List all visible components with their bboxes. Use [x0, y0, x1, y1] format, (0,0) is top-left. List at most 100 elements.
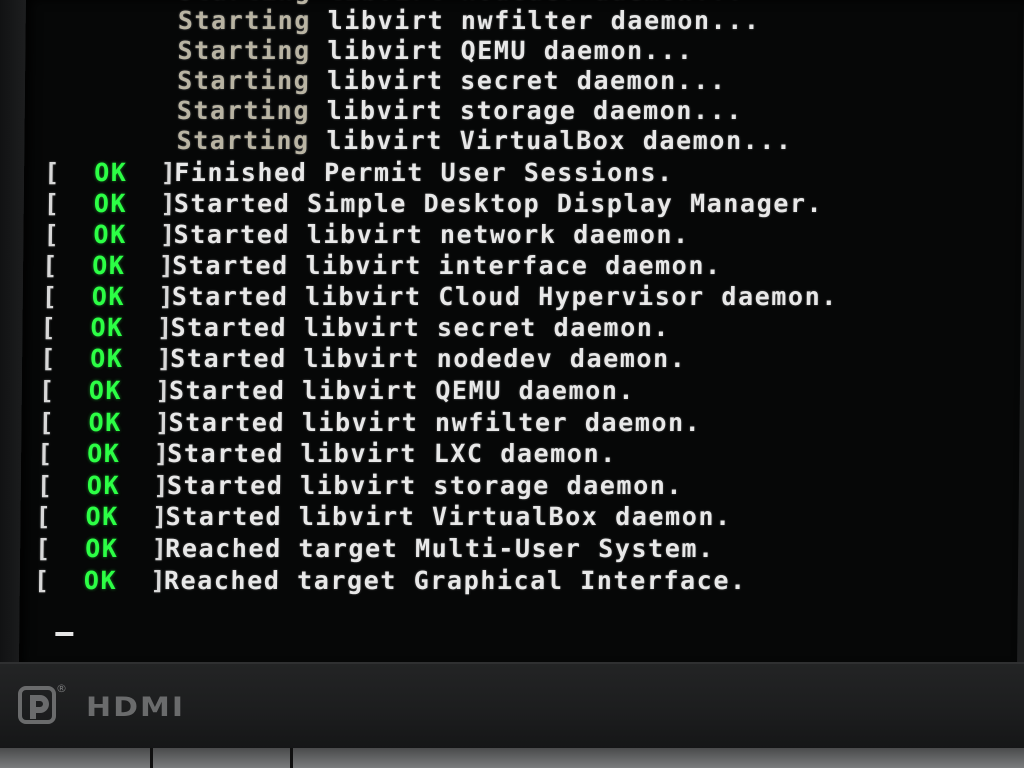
log-message: Permit User Sessions.	[323, 158, 674, 187]
monitor-screen: Starting libvirt nodedev daemon...Starti…	[19, 0, 1024, 668]
log-verb: Starting	[177, 66, 311, 95]
log-verb: Started	[171, 282, 289, 311]
status-bracket-close: ]	[143, 158, 178, 187]
log-verb: Started	[168, 376, 286, 405]
log-message: libvirt nwfilter daemon...	[327, 6, 761, 35]
log-message: libvirt LXC daemon.	[300, 439, 617, 468]
status-ok: OK	[73, 313, 141, 342]
status-column: [ OK ]	[38, 408, 172, 438]
status-column: [ OK ]	[43, 220, 177, 250]
cable	[150, 748, 153, 768]
status-bracket-close: ]	[133, 566, 168, 595]
log-message: libvirt secret daemon.	[303, 313, 671, 342]
status-bracket-close: ]	[143, 189, 178, 218]
log-verb: Starting	[177, 36, 311, 65]
status-bracket-open: [	[44, 158, 78, 187]
status-ok: OK	[77, 158, 145, 187]
status-bracket-close: ]	[137, 439, 171, 468]
status-bracket-open: [	[35, 502, 70, 531]
status-ok: OK	[68, 534, 136, 563]
status-ok: OK	[68, 502, 136, 531]
status-bracket-close: ]	[138, 376, 173, 405]
status-ok: OK	[75, 251, 143, 280]
status-bracket-open: [	[43, 220, 78, 249]
console-line: [ OK ]Finished Permit User Sessions.	[44, 158, 674, 188]
desk-surface	[0, 748, 1024, 768]
console-line: [ OK ]Started libvirt LXC daemon.	[37, 439, 617, 469]
status-column: [ OK ]	[36, 471, 171, 501]
hdmi-logo: HDMI	[86, 691, 186, 724]
log-message: libvirt QEMU daemon.	[301, 376, 636, 405]
text-cursor	[55, 632, 74, 636]
status-ok: OK	[77, 189, 144, 218]
log-verb: Started	[167, 439, 284, 468]
status-bracket-open: [	[36, 471, 71, 500]
status-column: [ OK ]	[35, 502, 169, 532]
status-ok: OK	[71, 408, 139, 437]
status-column: [ OK ]	[44, 158, 178, 188]
status-bracket-open: [	[37, 439, 71, 468]
status-bracket-close: ]	[136, 471, 171, 500]
console-line: Starting libvirt nwfilter daemon...	[48, 6, 761, 36]
log-message: libvirt VirtualBox daemon...	[326, 126, 793, 155]
log-message: libvirt secret daemon...	[326, 66, 727, 95]
console-line: [ OK ]Started libvirt VirtualBox daemon.	[35, 502, 731, 532]
console-line: [ OK ]Started libvirt Cloud Hypervisor d…	[42, 282, 838, 312]
status-column: [ OK ]	[42, 251, 176, 281]
status-bracket-close: ]	[135, 502, 169, 531]
log-message: libvirt nodedev daemon...	[328, 0, 745, 5]
status-bracket-close: ]	[143, 220, 177, 249]
status-ok: OK	[70, 471, 137, 500]
console-line: [ OK ]Started libvirt network daemon.	[43, 220, 690, 250]
console-line: [ OK ]Reached target Multi-User System.	[35, 534, 715, 564]
console-line: [ OK ]Started libvirt storage daemon.	[37, 471, 684, 501]
status-column: [ OK ]	[38, 376, 173, 406]
status-bracket-open: [	[33, 566, 68, 595]
status-bracket-open: [	[38, 376, 73, 405]
console-line: [ OK ]Reached target Graphical Interface…	[34, 566, 747, 596]
status-bracket-close: ]	[141, 282, 176, 311]
status-column: [ OK ]	[37, 439, 171, 469]
status-ok: OK	[76, 220, 144, 249]
log-verb: Started	[170, 344, 287, 373]
status-ok: OK	[72, 376, 139, 405]
status-ok: OK	[75, 282, 142, 311]
log-verb: Starting	[176, 126, 310, 155]
log-message: libvirt network daemon.	[306, 220, 690, 249]
status-column: [ OK ]	[40, 313, 174, 343]
status-bracket-open: [	[40, 313, 75, 342]
console-line: Starting libvirt secret daemon...	[47, 66, 727, 96]
log-verb: Reached	[165, 534, 282, 563]
log-verb: Started	[165, 502, 283, 531]
log-message: Simple Desktop Display Manager.	[306, 189, 824, 218]
cable	[290, 748, 293, 768]
status-bracket-close: ]	[138, 408, 172, 437]
console-line: Starting libvirt storage daemon...	[47, 96, 743, 126]
status-bracket-close: ]	[141, 251, 176, 280]
log-verb: Starting	[178, 0, 312, 5]
log-verb: Started	[172, 251, 289, 280]
log-verb: Finished	[174, 158, 308, 187]
log-verb: Starting	[176, 96, 311, 125]
console-line: [ OK ]Started libvirt interface daemon.	[42, 251, 722, 281]
photo: Starting libvirt nodedev daemon...Starti…	[0, 0, 1024, 768]
status-column: [ OK ]	[42, 282, 176, 312]
status-bracket-open: [	[42, 251, 76, 280]
log-message: target Graphical Interface.	[296, 566, 747, 595]
log-verb: Started	[168, 408, 286, 437]
log-verb: Reached	[163, 566, 281, 595]
log-verb: Starting	[177, 6, 312, 35]
log-message: libvirt VirtualBox daemon.	[298, 502, 732, 531]
status-bracket-close: ]	[140, 313, 174, 342]
status-ok: OK	[73, 344, 141, 373]
status-bracket-open: [	[43, 189, 78, 218]
log-message: libvirt nodedev daemon.	[303, 344, 687, 373]
status-bracket-open: [	[40, 344, 74, 373]
status-bracket-close: ]	[140, 344, 174, 373]
console-line: [ OK ]Started Simple Desktop Display Man…	[44, 189, 824, 219]
log-message: target Multi-User System.	[298, 534, 715, 563]
status-bracket-open: [	[38, 408, 73, 437]
log-message: libvirt interface daemon.	[305, 251, 722, 280]
registered-mark: ®	[56, 682, 67, 695]
console-line: [ OK ]Started libvirt nwfilter daemon.	[38, 408, 701, 438]
